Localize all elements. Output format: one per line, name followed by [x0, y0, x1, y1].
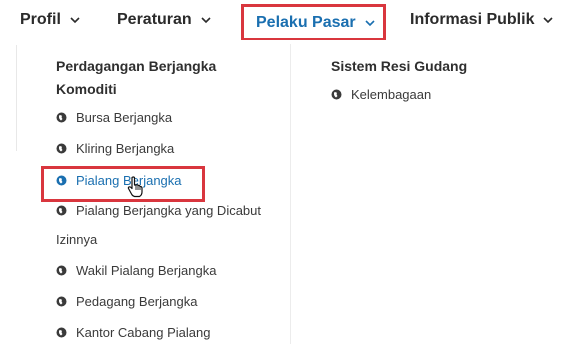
globe-icon [56, 143, 67, 154]
nav-item-label: Informasi Publik [410, 11, 535, 28]
column-divider [290, 44, 291, 344]
nav-item-peraturan[interactable]: Peraturan [117, 0, 212, 40]
nav-item-label: Pelaku Pasar [256, 13, 356, 31]
menu-item-kliring-berjangka[interactable]: Kliring Berjangka [56, 141, 174, 156]
menu-item-kantor-cabang[interactable]: Kantor Cabang Pialang [56, 325, 210, 340]
menu-item-pialang-dicabut[interactable]: Pialang Berjangka yang Dicabut [56, 203, 261, 218]
top-navbar: Profil Peraturan Pelaku Pasar Informasi … [0, 0, 566, 41]
menu-item-label-continuation[interactable]: Izinnya [56, 232, 97, 247]
nav-item-label: Peraturan [117, 11, 192, 28]
nav-item-label: Profil [20, 11, 61, 28]
menu-item-label: Kelembagaan [351, 87, 432, 102]
menu-item-label: Pialang Berjangka yang Dicabut [76, 203, 262, 218]
nav-item-informasi-publik[interactable]: Informasi Publik [410, 0, 554, 40]
highlight-annotation [41, 166, 205, 202]
menu-item-label: Wakil Pialang Berjangka [76, 263, 217, 278]
globe-icon [56, 296, 67, 307]
column-heading-srg: Sistem Resi Gudang [331, 58, 468, 74]
menu-item-label: Kliring Berjangka [76, 141, 175, 156]
divider [16, 45, 17, 151]
menu-item-label: Pedagang Berjangka [76, 294, 198, 309]
menu-item-bursa-berjangka[interactable]: Bursa Berjangka [56, 110, 172, 125]
menu-item-label: Kantor Cabang Pialang [76, 325, 211, 340]
menu-item-kelembagaan[interactable]: Kelembagaan [331, 87, 431, 102]
menu-item-wakil-pialang[interactable]: Wakil Pialang Berjangka [56, 263, 216, 278]
globe-icon [56, 265, 67, 276]
globe-icon [56, 112, 67, 123]
hand-pointer-icon [127, 176, 143, 198]
chevron-down-icon [542, 14, 554, 26]
globe-icon [56, 327, 67, 338]
column-heading-pbk: Perdagangan Berjangka Komoditi [56, 58, 217, 97]
chevron-down-icon [69, 14, 81, 26]
menu-item-pedagang-berjangka[interactable]: Pedagang Berjangka [56, 294, 197, 309]
globe-icon [56, 205, 67, 216]
nav-item-pelaku-pasar[interactable]: Pelaku Pasar [241, 4, 386, 41]
menu-item-label: Bursa Berjangka [76, 110, 173, 125]
nav-item-profil[interactable]: Profil [20, 0, 81, 40]
chevron-down-icon [200, 14, 212, 26]
chevron-down-icon [364, 17, 376, 29]
globe-icon [331, 89, 342, 100]
